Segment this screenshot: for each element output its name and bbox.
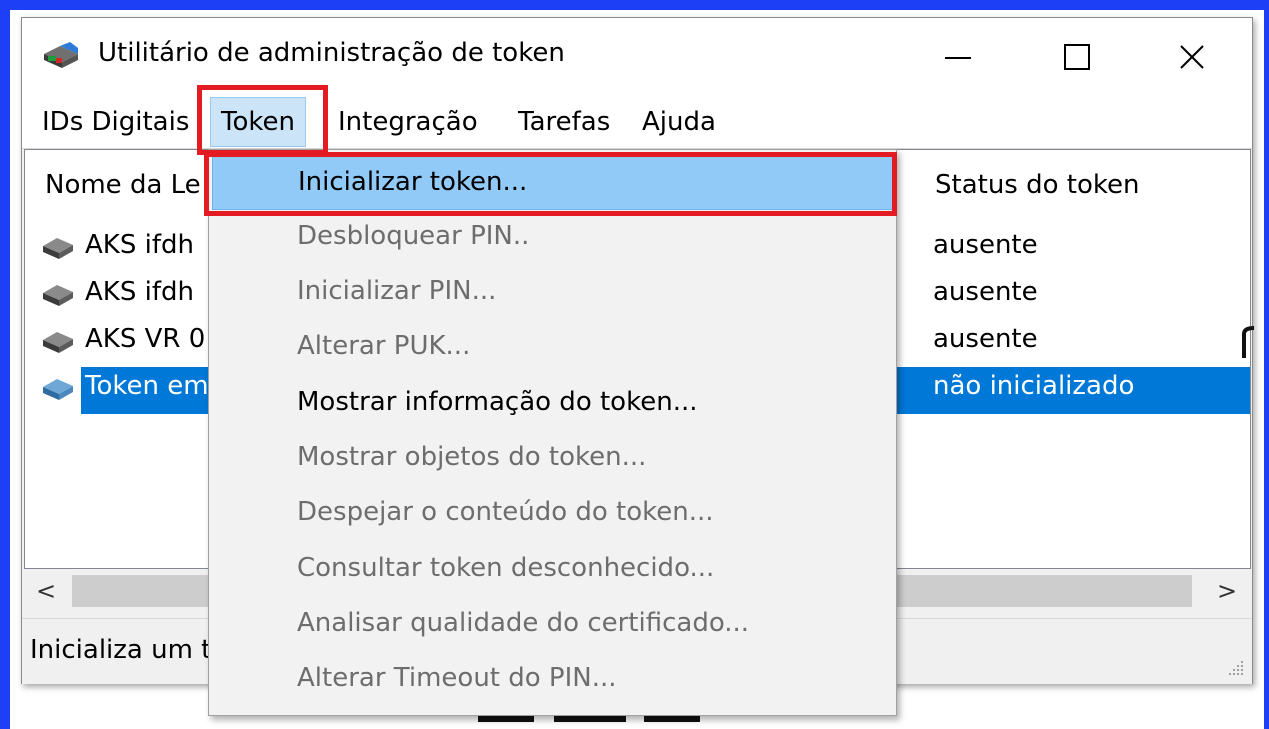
menu-item-label: Analisar qualidade do certificado... [297,608,750,638]
menu-item-label: Inicializar PIN... [297,276,497,306]
menu-item-inicializar-pin[interactable]: Inicializar PIN... [212,266,893,320]
row-name: AKS ifdh [85,277,194,307]
row-name: Token em [85,371,209,401]
menu-tarefas[interactable]: Tarefas [508,96,620,148]
token-icon [43,379,73,400]
close-button[interactable] [1144,18,1240,96]
menu-item-label: Mostrar objetos do token... [297,442,647,472]
maximize-icon [1064,44,1090,70]
menu-ajuda[interactable]: Ajuda [632,96,726,148]
menu-token[interactable]: Token [210,97,306,147]
scroll-left-button[interactable]: < [24,569,68,613]
menu-item-alterar-timeout[interactable]: Alterar Timeout do PIN... [212,653,893,707]
menu-item-label: Inicializar token... [298,167,528,197]
minimize-icon [945,57,971,59]
card-reader-icon [43,332,73,353]
menu-ids-digitais[interactable]: IDs Digitais [32,96,199,148]
row-status: não inicializado [933,371,1135,401]
background-fragment [1240,320,1260,370]
menu-integracao[interactable]: Integração [328,96,488,148]
title-bar[interactable]: Utilitário de administração de token [22,18,1252,96]
menu-item-mostrar-informacao[interactable]: Mostrar informação do token... [212,377,893,431]
close-icon [1180,45,1204,69]
menu-item-inicializar-token[interactable]: Inicializar token... [212,156,893,210]
menu-item-mostrar-objetos[interactable]: Mostrar objetos do token... [212,432,893,486]
minimize-button[interactable] [910,18,1006,96]
row-status: ausente [933,230,1038,260]
menu-item-label: Alterar PUK... [297,331,471,361]
column-header-status[interactable]: Status do token [935,150,1140,220]
background-fragment-bottom [478,716,708,724]
menu-item-label: Alterar Timeout do PIN... [297,663,617,693]
status-text: Inicializa um t [30,635,212,665]
window-title: Utilitário de administração de token [98,38,565,68]
chevron-left-icon: < [35,577,57,605]
menu-item-despejar-conteudo[interactable]: Despejar o conteúdo do token... [212,487,893,541]
row-status: ausente [933,324,1038,354]
menu-item-label: Despejar o conteúdo do token... [297,497,714,527]
maximize-button[interactable] [1029,18,1125,96]
menu-item-analisar-qualidade[interactable]: Analisar qualidade do certificado... [212,598,893,652]
resize-grip-icon[interactable] [1226,658,1246,678]
menu-item-label: Desbloquear PIN.. [297,221,530,251]
row-name: AKS ifdh [85,230,194,260]
menu-item-alterar-puk[interactable]: Alterar PUK... [212,321,893,375]
menu-item-desbloquear-pin[interactable]: Desbloquear PIN.. [212,211,893,265]
menu-bar: IDs Digitais Token Integração Tarefas Aj… [22,96,1252,149]
row-status: ausente [933,277,1038,307]
scroll-right-button[interactable]: > [1205,569,1249,613]
menu-item-label: Mostrar informação do token... [297,387,698,417]
card-reader-icon [43,285,73,306]
card-reader-icon [43,238,73,259]
row-name: AKS VR 0 [85,324,206,354]
menu-item-label: Consultar token desconhecido... [297,553,715,583]
menu-item-consultar-token[interactable]: Consultar token desconhecido... [212,543,893,597]
app-token-icon [44,42,78,68]
chevron-right-icon: > [1216,577,1238,605]
token-menu-dropdown: Inicializar token... Desbloquear PIN.. I… [208,149,897,716]
column-header-name[interactable]: Nome da Le [45,150,201,220]
